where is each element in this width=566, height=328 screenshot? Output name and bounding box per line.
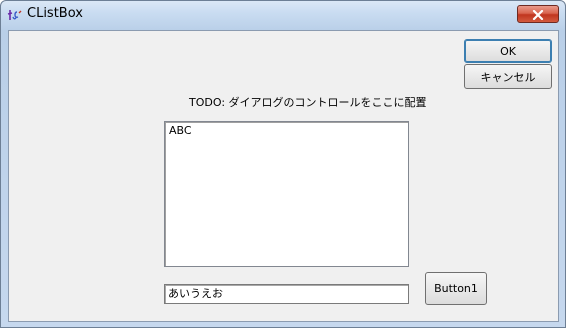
close-button[interactable] <box>517 5 559 23</box>
dialog-window: CListBox OK キャンセル TODO: ダイアログのコントロールをここに… <box>0 0 566 328</box>
todo-label: TODO: ダイアログのコントロールをここに配置 <box>189 96 427 109</box>
title-bar[interactable]: CListBox <box>1 1 565 29</box>
app-icon <box>7 7 23 23</box>
edit-field[interactable]: あいうえお <box>164 284 409 304</box>
list-item[interactable]: ABC <box>169 124 192 137</box>
button1[interactable]: Button1 <box>425 272 487 305</box>
ok-button[interactable]: OK <box>464 39 552 63</box>
dialog-client-area: OK キャンセル TODO: ダイアログのコントロールをここに配置 ABC あい… <box>8 30 559 322</box>
list-box[interactable]: ABC <box>164 121 409 267</box>
close-icon <box>532 5 544 24</box>
cancel-button[interactable]: キャンセル <box>464 64 552 89</box>
window-title: CListBox <box>27 6 83 21</box>
